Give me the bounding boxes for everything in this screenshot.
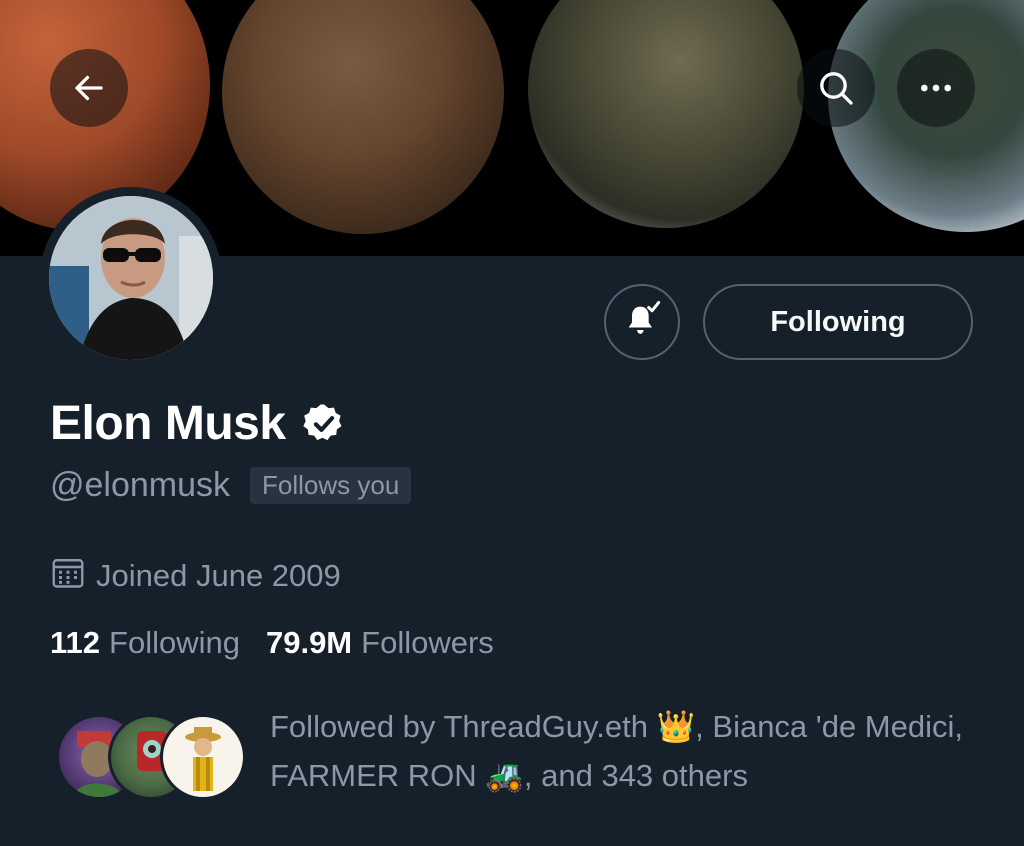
joined-date: Joined June 2009 xyxy=(50,555,341,596)
search-icon xyxy=(816,68,856,108)
banner-planet-3 xyxy=(528,0,804,228)
more-horizontal-icon xyxy=(916,68,956,108)
following-button[interactable]: Following xyxy=(703,284,973,360)
name-row: Elon Musk xyxy=(50,396,346,451)
follows-you-badge: Follows you xyxy=(250,467,412,504)
profile-avatar[interactable] xyxy=(40,187,222,369)
calendar-icon xyxy=(50,555,86,596)
arrow-left-icon xyxy=(71,70,107,106)
following-label: Following xyxy=(109,625,240,660)
follower-avatar xyxy=(160,714,246,800)
follow-stats: 112 Following 79.9M Followers xyxy=(50,625,494,661)
display-name: Elon Musk xyxy=(50,397,286,450)
back-button[interactable] xyxy=(50,49,128,127)
followed-by-avatars[interactable] xyxy=(56,714,246,800)
profile-page: Following Elon Musk @elonmusk Follows yo… xyxy=(0,0,1024,846)
verified-badge-icon[interactable] xyxy=(302,402,346,446)
following-count: 112 xyxy=(50,625,101,660)
notifications-toggle-button[interactable] xyxy=(604,284,680,360)
username-handle: @elonmusk xyxy=(50,466,231,504)
followers-stat-link[interactable]: 79.9M Followers xyxy=(266,625,494,661)
followers-label: Followers xyxy=(361,625,494,660)
avatar-photo xyxy=(49,196,213,360)
search-button[interactable] xyxy=(797,49,875,127)
more-options-button[interactable] xyxy=(897,49,975,127)
bell-check-icon xyxy=(622,300,662,345)
handle-row: @elonmusk Follows you xyxy=(50,466,412,505)
following-stat-link[interactable]: 112 Following xyxy=(50,625,240,661)
banner-planet-2 xyxy=(222,0,504,234)
followers-count: 79.9M xyxy=(265,625,353,660)
followed-by-text[interactable]: Followed by ThreadGuy.eth 👑, Bianca 'de … xyxy=(270,702,990,800)
joined-text: Joined June 2009 xyxy=(96,557,341,593)
